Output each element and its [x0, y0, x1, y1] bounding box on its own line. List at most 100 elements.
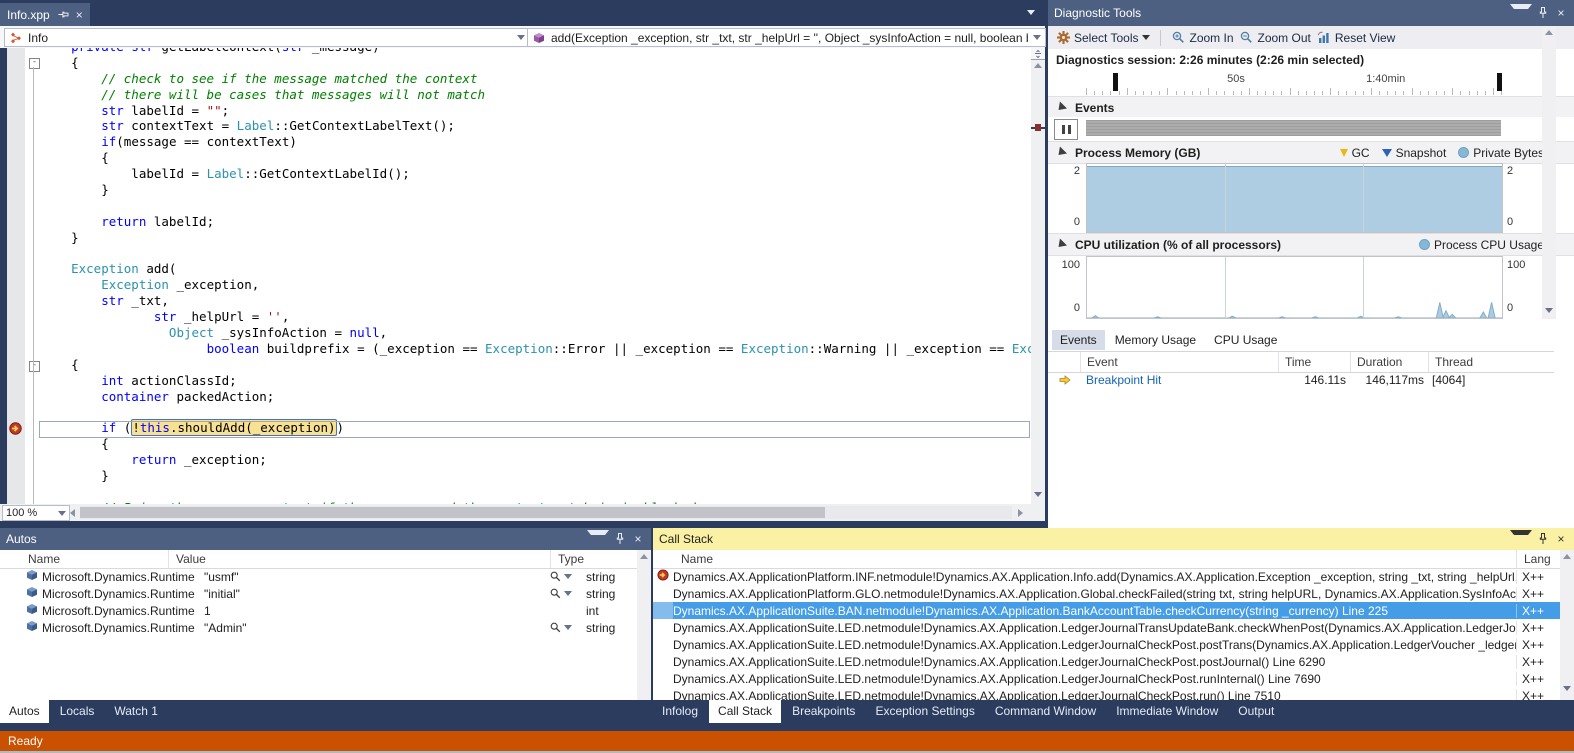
call-stack-scrollbar[interactable]	[1560, 550, 1574, 700]
zoom-level-dropdown[interactable]: 100 %	[2, 505, 70, 521]
breakpoint-current-statement-icon[interactable]	[9, 422, 22, 438]
tab-locals[interactable]: Locals	[51, 700, 104, 723]
column-header[interactable]: Time	[1278, 352, 1355, 372]
reset-view-button[interactable]: Reset View	[1317, 31, 1395, 45]
pause-button[interactable]	[1054, 119, 1078, 140]
scroll-down-icon[interactable]	[1545, 308, 1553, 313]
value-inspector-button[interactable]	[550, 588, 572, 599]
value-inspector-button[interactable]	[550, 571, 572, 582]
call-stack-frame[interactable]: Dynamics.AX.ApplicationSuite.LED.netmodu…	[653, 653, 1560, 670]
window-position-icon[interactable]	[1510, 530, 1532, 549]
value-inspector-button[interactable]	[550, 622, 572, 633]
splitter-handle-icon[interactable]	[1031, 48, 1045, 60]
call-stack-frame[interactable]: Dynamics.AX.ApplicationSuite.LED.netmodu…	[653, 687, 1560, 700]
column-header[interactable]: Value	[168, 550, 550, 568]
tab-autos[interactable]: Autos	[0, 700, 49, 723]
autos-scrollbar[interactable]	[637, 550, 651, 700]
tab-output[interactable]: Output	[1229, 700, 1283, 723]
editor-vertical-scrollbar[interactable]	[1031, 48, 1045, 504]
call-stack-frame[interactable]: Dynamics.AX.ApplicationPlatform.GLO.netm…	[653, 585, 1560, 602]
expander-icon[interactable]	[1055, 101, 1067, 113]
cpu-section-header[interactable]: CPU utilization (% of all processors) Pr…	[1048, 233, 1574, 256]
tab-infolog[interactable]: Infolog	[653, 700, 707, 723]
events-section-header[interactable]: Events	[1048, 96, 1574, 119]
table-row[interactable]: Microsoft.Dynamics.Runtime"initial"strin…	[0, 585, 637, 602]
scroll-up-icon[interactable]	[1545, 30, 1553, 35]
close-icon[interactable]: ×	[76, 8, 83, 22]
document-tab[interactable]: Info.xpp ×	[0, 3, 90, 26]
pin-icon[interactable]	[613, 532, 627, 546]
scroll-down-icon[interactable]	[1034, 492, 1042, 497]
column-header[interactable]: Duration	[1350, 352, 1433, 372]
member-dropdown[interactable]: add(Exception _exception, str _txt, str …	[527, 28, 1046, 47]
scroll-down-icon[interactable]	[1563, 686, 1571, 691]
code-editor[interactable]: private str getLabelContext(str _message…	[0, 48, 1045, 504]
event-name[interactable]: Breakpoint Hit	[1086, 373, 1161, 387]
close-icon[interactable]: ×	[631, 532, 645, 546]
scroll-left-icon[interactable]	[70, 509, 75, 517]
diag-tab-cpu-usage[interactable]: CPU Usage	[1206, 330, 1285, 350]
tab-command-window[interactable]: Command Window	[986, 700, 1105, 723]
scroll-up-icon[interactable]	[1563, 554, 1571, 559]
column-header[interactable]: Event	[1080, 352, 1283, 372]
tab-call-stack[interactable]: Call Stack	[709, 700, 781, 723]
diag-tab-memory-usage[interactable]: Memory Usage	[1107, 330, 1204, 350]
column-header[interactable]: Type	[550, 550, 637, 568]
table-row[interactable]: Microsoft.Dynamics.Runtime"Admin"string	[0, 619, 637, 636]
timeline-right-handle[interactable]	[1497, 73, 1502, 91]
code-area[interactable]: private str getLabelContext(str _message…	[25, 48, 1031, 504]
tab-breakpoints[interactable]: Breakpoints	[783, 700, 864, 723]
fold-collapse-icon[interactable]: -	[29, 361, 40, 372]
pin-icon[interactable]	[1536, 532, 1550, 546]
pin-icon[interactable]	[1536, 6, 1550, 20]
call-stack-titlebar[interactable]: Call Stack ×	[653, 528, 1574, 550]
code-lines: private str getLabelContext(str _message…	[25, 48, 1031, 504]
column-header[interactable]: Lang	[1516, 550, 1560, 568]
horizontal-scrollbar[interactable]	[80, 506, 1012, 519]
diagnostic-tools-titlebar[interactable]: Diagnostic Tools ×	[1048, 0, 1574, 26]
call-stack-frame[interactable]: Dynamics.AX.ApplicationSuite.BAN.netmodu…	[653, 602, 1560, 619]
document-list-dropdown-icon[interactable]	[1027, 10, 1035, 15]
debug-expression-highlight[interactable]: !this.shouldAdd(_exception)	[131, 419, 336, 436]
column-header[interactable]: Thread	[1428, 352, 1543, 372]
variable-type: string	[578, 621, 615, 635]
column-header[interactable]: Name	[653, 552, 1516, 566]
type-scope-dropdown[interactable]: Info	[4, 28, 530, 47]
call-stack-frame[interactable]: Dynamics.AX.ApplicationSuite.LED.netmodu…	[653, 619, 1560, 636]
call-stack-frame[interactable]: Dynamics.AX.ApplicationSuite.LED.netmodu…	[653, 636, 1560, 653]
diagnostic-scrollbar[interactable]	[1542, 26, 1556, 319]
tab-exception-settings[interactable]: Exception Settings	[866, 700, 983, 723]
call-stack-frame[interactable]: Dynamics.AX.ApplicationPlatform.INF.netm…	[653, 568, 1560, 585]
table-row[interactable]: Microsoft.Dynamics.Runtime1int	[0, 602, 637, 619]
close-icon[interactable]: ×	[1554, 6, 1568, 20]
zoom-in-button[interactable]: Zoom In	[1171, 31, 1233, 45]
snapshot-icon	[1382, 149, 1392, 157]
select-tools-button[interactable]: Select Tools	[1056, 31, 1150, 45]
chevron-down-icon	[564, 625, 572, 630]
table-row[interactable]: Breakpoint Hit 146.11s 146,117ms [4064]	[1048, 371, 1554, 389]
breakpoint-margin[interactable]	[7, 48, 25, 504]
scroll-up-icon[interactable]	[1034, 63, 1042, 68]
autos-titlebar[interactable]: Autos ×	[0, 528, 651, 550]
tab-watch-1[interactable]: Watch 1	[105, 700, 167, 723]
window-position-icon[interactable]	[1510, 4, 1532, 23]
zoom-out-button[interactable]: Zoom Out	[1240, 31, 1311, 45]
scroll-right-icon[interactable]	[1018, 509, 1023, 517]
call-stack-frame[interactable]: Dynamics.AX.ApplicationSuite.LED.netmodu…	[653, 670, 1560, 687]
scroll-up-icon[interactable]	[640, 554, 648, 559]
fold-collapse-icon[interactable]: -	[29, 58, 40, 69]
tab-immediate-window[interactable]: Immediate Window	[1107, 700, 1227, 723]
horizontal-splitter[interactable]	[0, 521, 1045, 528]
horizontal-scrollbar-thumb[interactable]	[80, 507, 825, 518]
expander-icon[interactable]	[1055, 238, 1067, 250]
expander-icon[interactable]	[1055, 146, 1067, 158]
table-row[interactable]: Microsoft.Dynamics.Runtime"usmf"string	[0, 568, 637, 585]
window-position-icon[interactable]	[587, 530, 609, 549]
pin-icon[interactable]	[56, 8, 70, 22]
timeline-left-handle[interactable]	[1113, 73, 1118, 91]
close-icon[interactable]: ×	[1554, 532, 1568, 546]
diag-tab-events[interactable]: Events	[1052, 330, 1105, 350]
memory-section-header[interactable]: Process Memory (GB) GC Snapshot Private …	[1048, 141, 1574, 164]
ruler-tick-label: 1:40min	[1366, 73, 1405, 85]
column-header[interactable]: Name	[0, 552, 168, 566]
